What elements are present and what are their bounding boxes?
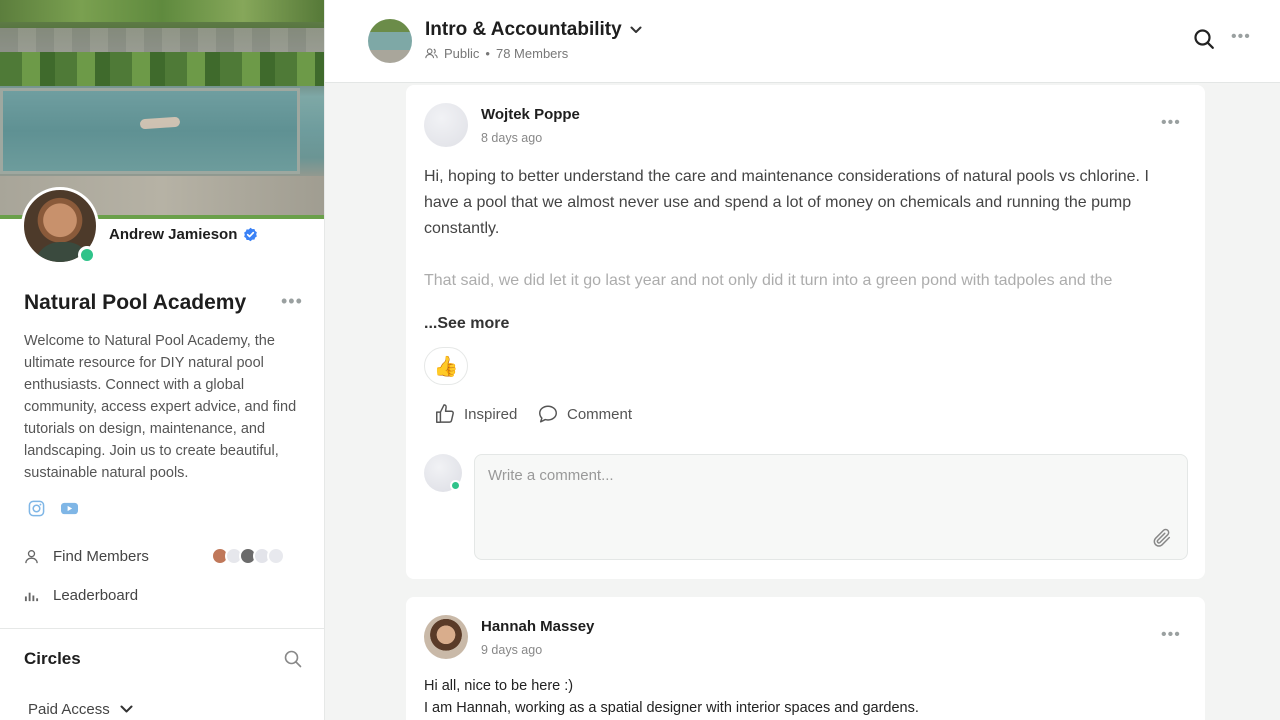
comment-input-box[interactable] (474, 454, 1188, 560)
post-line: I am Hannah, working as a spatial design… (424, 700, 919, 716)
instagram-icon[interactable] (28, 500, 45, 517)
find-members-link[interactable]: Find Members (24, 548, 149, 565)
circles-heading: Circles (24, 649, 81, 668)
paid-access-dropdown[interactable]: Paid Access (28, 701, 133, 718)
visibility-label: Public (444, 46, 480, 61)
post-body: Hi all, nice to be here :) I am Hannah, … (424, 675, 919, 719)
youtube-icon[interactable] (60, 500, 79, 517)
paid-access-label: Paid Access (28, 701, 110, 718)
circle-meta: Public • 78 Members (425, 46, 568, 61)
inspired-label: Inspired (464, 405, 518, 423)
comment-button[interactable]: Comment (537, 403, 632, 425)
community-sidebar: Andrew Jamieson Natural Pool Academy •••… (0, 0, 325, 720)
post-card: Hannah Massey 9 days ago ••• Hi all, nic… (406, 597, 1205, 720)
header-options-icon[interactable]: ••• (1231, 28, 1251, 46)
post-paragraph-faded: That said, we did let it go last year an… (424, 272, 1113, 289)
comment-label: Comment (567, 405, 633, 423)
circle-title-dropdown[interactable]: Intro & Accountability (425, 19, 642, 41)
users-icon (425, 48, 438, 59)
post-paragraph: Hi, hoping to better understand the care… (424, 168, 1149, 237)
reaction-badge[interactable]: 👍 (424, 347, 468, 385)
leaderboard-link[interactable]: Leaderboard (24, 587, 138, 604)
paperclip-icon[interactable] (1151, 527, 1173, 549)
author-avatar[interactable] (424, 103, 468, 147)
community-description: Welcome to Natural Pool Academy, the ult… (24, 333, 297, 481)
circle-title: Intro & Accountability (425, 19, 622, 40)
comment-input[interactable] (488, 467, 1088, 484)
find-members-label: Find Members (53, 548, 149, 565)
inspired-button[interactable]: Inspired (434, 403, 517, 425)
meta-separator: • (485, 46, 490, 61)
post-options-icon[interactable]: ••• (1161, 114, 1181, 132)
member-count[interactable]: 78 Members (496, 46, 568, 61)
owner-name[interactable]: Andrew Jamieson (109, 226, 237, 243)
bar-chart-icon (24, 592, 39, 602)
chevron-down-icon (630, 26, 642, 33)
post-card: Wojtek Poppe 8 days ago ••• Hi, hoping t… (406, 85, 1205, 579)
member-avatars[interactable] (211, 547, 285, 565)
verified-badge-icon (244, 227, 257, 242)
thumbs-up-icon (436, 404, 454, 423)
comment-icon (539, 405, 557, 423)
post-author[interactable]: Wojtek Poppe (481, 106, 580, 123)
user-icon (25, 550, 38, 564)
leaderboard-label: Leaderboard (53, 587, 139, 604)
search-icon[interactable] (1193, 28, 1215, 50)
circle-header: Intro & Accountability Public • 78 Membe… (325, 0, 1280, 83)
post-body: Hi, hoping to better understand the care… (424, 164, 1184, 294)
community-options-icon[interactable]: ••• (281, 291, 303, 312)
author-avatar[interactable] (424, 615, 468, 659)
sidebar-divider (0, 628, 324, 629)
post-author[interactable]: Hannah Massey (481, 618, 594, 635)
post-options-icon[interactable]: ••• (1161, 626, 1181, 644)
online-status-icon (78, 246, 96, 264)
post-line: Hi all, nice to be here :) (424, 678, 574, 694)
online-status-icon (450, 480, 461, 491)
cover-image (0, 0, 324, 219)
post-timestamp[interactable]: 8 days ago (481, 131, 542, 145)
chevron-down-icon (120, 705, 133, 713)
circle-thumbnail (368, 19, 412, 63)
community-title: Natural Pool Academy (24, 291, 247, 314)
see-more-link[interactable]: ...See more (424, 315, 509, 333)
post-timestamp[interactable]: 9 days ago (481, 643, 542, 657)
search-icon[interactable] (284, 650, 302, 668)
